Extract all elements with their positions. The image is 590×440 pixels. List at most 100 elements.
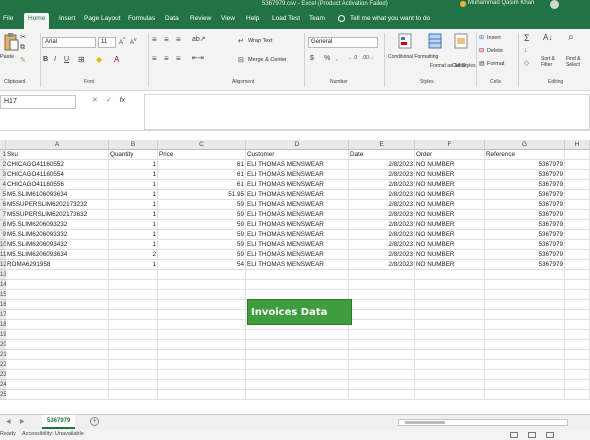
cell-e[interactable]: 2/8/2023 xyxy=(349,210,415,220)
cell-h[interactable] xyxy=(565,390,590,400)
fill-icon[interactable]: ↓ xyxy=(524,47,528,54)
tell-me-search[interactable]: Tell me what you want to do xyxy=(350,15,430,22)
cell-g[interactable] xyxy=(485,350,565,360)
cell-c[interactable] xyxy=(158,280,246,290)
cell-e[interactable]: 2/8/2023 xyxy=(349,220,415,230)
cell-f[interactable] xyxy=(415,390,485,400)
cell-h[interactable] xyxy=(565,180,590,190)
cell-a[interactable] xyxy=(6,310,109,320)
font-name-select[interactable]: Arial xyxy=(42,37,96,48)
cell-d[interactable] xyxy=(246,330,349,340)
cell-b[interactable]: 1 xyxy=(109,240,158,250)
format-icon[interactable]: ▤ xyxy=(479,60,485,67)
cell-d[interactable]: ELI THOMAS MENSWEAR xyxy=(246,260,349,270)
cell-h[interactable] xyxy=(565,350,590,360)
format-as-table-icon[interactable] xyxy=(428,33,442,49)
cell-f[interactable] xyxy=(415,330,485,340)
cell-g[interactable]: Reference xyxy=(485,150,565,160)
autosum-icon[interactable]: Σ xyxy=(524,33,530,43)
cell-a[interactable]: ROMA6291958 xyxy=(6,260,109,270)
cell-styles-icon[interactable] xyxy=(454,33,468,49)
cell-a[interactable] xyxy=(6,350,109,360)
cell-h[interactable] xyxy=(565,290,590,300)
cell-d[interactable]: ELI THOMAS MENSWEAR xyxy=(246,230,349,240)
cell-b[interactable] xyxy=(109,280,158,290)
cell-c[interactable] xyxy=(158,340,246,350)
cell-b[interactable]: 1 xyxy=(109,230,158,240)
cell-c[interactable] xyxy=(158,320,246,330)
cell-a[interactable]: CHICAGO41160556 xyxy=(6,180,109,190)
cell-h[interactable] xyxy=(565,380,590,390)
cell-f[interactable] xyxy=(415,380,485,390)
cell-g[interactable]: 5367979 xyxy=(485,170,565,180)
cell-c[interactable] xyxy=(158,350,246,360)
cell-b[interactable]: 1 xyxy=(109,160,158,170)
format-button[interactable]: Format xyxy=(487,61,504,67)
cell-d[interactable]: ELI THOMAS MENSWEAR xyxy=(246,190,349,200)
formula-input[interactable] xyxy=(144,94,590,130)
wrap-text-icon[interactable]: ↵ xyxy=(238,37,244,45)
borders-icon[interactable]: ⊞ xyxy=(78,55,85,64)
cell-h[interactable] xyxy=(565,330,590,340)
cell-g[interactable] xyxy=(485,270,565,280)
comma-icon[interactable]: , xyxy=(336,55,338,62)
cell-d[interactable] xyxy=(246,340,349,350)
cell-h[interactable] xyxy=(565,160,590,170)
cell-a[interactable] xyxy=(6,380,109,390)
cell-a[interactable] xyxy=(6,370,109,380)
cell-f[interactable]: Order xyxy=(415,150,485,160)
cell-h[interactable] xyxy=(565,270,590,280)
cell-a[interactable]: CHICAGO41160554 xyxy=(6,170,109,180)
cell-d[interactable] xyxy=(246,380,349,390)
align-center-icon[interactable]: ≡ xyxy=(164,54,169,63)
cell-e[interactable]: 2/8/2023 xyxy=(349,250,415,260)
cell-g[interactable] xyxy=(485,330,565,340)
cell-g[interactable]: 5367979 xyxy=(485,200,565,210)
column-header-f[interactable]: F xyxy=(415,140,485,150)
cell-c[interactable]: Price xyxy=(158,150,246,160)
cell-h[interactable] xyxy=(565,320,590,330)
cell-a[interactable] xyxy=(6,270,109,280)
cell-a[interactable] xyxy=(6,300,109,310)
sort-filter-icon[interactable]: A↓ xyxy=(543,33,552,42)
cell-d[interactable] xyxy=(246,350,349,360)
cell-f[interactable] xyxy=(415,290,485,300)
scrollbar-thumb[interactable] xyxy=(405,421,445,424)
cell-b[interactable] xyxy=(109,310,158,320)
conditional-formatting-icon[interactable] xyxy=(398,33,412,49)
cell-g[interactable] xyxy=(485,380,565,390)
cell-g[interactable] xyxy=(485,280,565,290)
cell-c[interactable] xyxy=(158,380,246,390)
cell-e[interactable] xyxy=(349,380,415,390)
normal-view-icon[interactable] xyxy=(510,432,518,438)
cell-c[interactable] xyxy=(158,300,246,310)
cell-e[interactable]: 2/8/2023 xyxy=(349,180,415,190)
insert-icon[interactable]: ⊞ xyxy=(479,34,484,41)
wrap-text-button[interactable]: Wrap Text xyxy=(248,38,273,44)
column-header-b[interactable]: B xyxy=(109,140,158,150)
cell-f[interactable]: NO NUMBER xyxy=(415,160,485,170)
increase-decimal-icon[interactable]: ←.0 xyxy=(348,55,357,61)
cell-a[interactable]: M5.SLIM6206093432 xyxy=(6,240,109,250)
bold-icon[interactable]: B xyxy=(43,56,48,63)
cell-e[interactable] xyxy=(349,320,415,330)
invoices-data-label[interactable]: Invoices Data xyxy=(247,299,352,325)
cell-g[interactable] xyxy=(485,360,565,370)
fill-color-icon[interactable]: ◆ xyxy=(96,55,102,64)
clear-icon[interactable]: ◇ xyxy=(524,59,529,67)
column-header-c[interactable]: C xyxy=(158,140,246,150)
cell-d[interactable] xyxy=(246,270,349,280)
cell-e[interactable]: 2/8/2023 xyxy=(349,230,415,240)
cell-d[interactable] xyxy=(246,370,349,380)
cell-b[interactable]: 1 xyxy=(109,210,158,220)
cell-h[interactable] xyxy=(565,210,590,220)
cell-e[interactable] xyxy=(349,330,415,340)
cut-icon[interactable]: ✂ xyxy=(20,33,26,41)
cell-b[interactable] xyxy=(109,330,158,340)
cell-c[interactable]: 59 xyxy=(158,220,246,230)
cell-e[interactable] xyxy=(349,370,415,380)
cell-h[interactable] xyxy=(565,190,590,200)
cell-h[interactable] xyxy=(565,360,590,370)
cell-a[interactable]: M5.SLIM6206093332 xyxy=(6,230,109,240)
select-all-corner[interactable] xyxy=(0,140,6,150)
